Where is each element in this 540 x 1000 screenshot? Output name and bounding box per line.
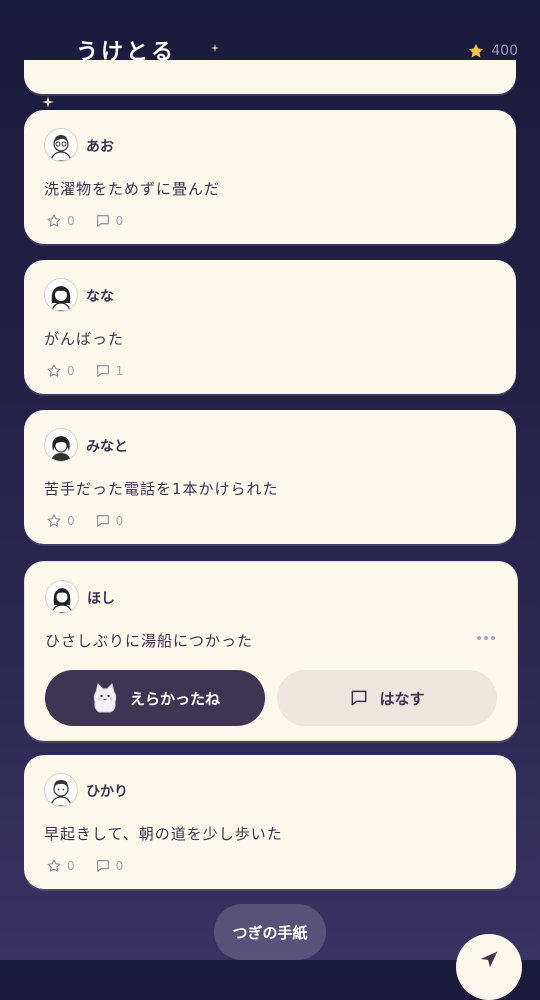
star-icon — [469, 43, 484, 58]
post-text: 洗濯物をためずに畳んだ — [44, 180, 221, 198]
post-author: あお — [86, 139, 114, 155]
post-card[interactable]: ひかり 早起きして、朝の道を少し歩いた 0 0 — [24, 755, 516, 889]
post-text: 苦手だった電話を1本かけられた — [44, 480, 279, 498]
post-stats: 0 1 — [46, 363, 143, 379]
star-count[interactable]: 0 — [46, 513, 75, 529]
post-stats: 0 0 — [46, 213, 143, 229]
post-text: 早起きして、朝の道を少し歩いた — [44, 825, 283, 843]
post-author: なな — [86, 289, 114, 305]
comment-count[interactable]: 0 — [95, 858, 123, 874]
comment-icon — [352, 690, 367, 706]
comment-count[interactable]: 0 — [95, 513, 123, 529]
next-letter-button[interactable]: つぎの手紙 — [214, 904, 326, 960]
coin-count: 400 — [491, 43, 518, 59]
coin-balance: 400 — [467, 42, 518, 60]
praise-button[interactable]: えらかったね — [45, 670, 265, 726]
avatar — [44, 278, 78, 312]
post-text: がんばった — [44, 330, 125, 348]
star-count[interactable]: 0 — [46, 213, 75, 229]
avatar — [44, 428, 78, 462]
send-icon — [480, 951, 498, 968]
post-card-expanded[interactable]: ほし ひさしぶりに湯船につかった えらかったね はなす — [24, 561, 518, 741]
post-card[interactable]: あお 洗濯物をためずに畳んだ 0 0 — [24, 110, 516, 244]
avatar — [45, 580, 79, 614]
comment-icon — [96, 365, 109, 377]
comment-icon — [96, 215, 109, 227]
post-stats: 0 0 — [46, 858, 143, 874]
cat-icon — [93, 683, 117, 713]
post-stats: 0 0 — [46, 513, 143, 529]
post-card[interactable]: みなと 苦手だった電話を1本かけられた 0 0 — [24, 410, 516, 544]
comment-icon — [96, 515, 109, 527]
more-options-icon[interactable] — [477, 636, 495, 640]
post-author: ひかり — [86, 784, 128, 800]
post-author: ほし — [87, 591, 115, 607]
post-author: みなと — [86, 439, 128, 455]
send-fab[interactable] — [456, 934, 522, 1000]
sparkle-icon — [42, 96, 54, 108]
star-outline-icon — [47, 364, 61, 377]
comment-count[interactable]: 1 — [95, 363, 123, 379]
post-card[interactable]: なな がんばった 0 1 — [24, 260, 516, 394]
avatar — [44, 128, 78, 162]
comment-count[interactable]: 0 — [95, 213, 123, 229]
previous-card-edge — [24, 60, 516, 94]
star-count[interactable]: 0 — [46, 858, 75, 874]
star-outline-icon — [47, 514, 61, 527]
star-outline-icon — [47, 214, 61, 227]
sparkle-icon — [211, 44, 219, 52]
comment-icon — [96, 860, 109, 872]
talk-button[interactable]: はなす — [277, 670, 497, 726]
post-text: ひさしぶりに湯船につかった — [45, 632, 254, 650]
star-outline-icon — [47, 859, 61, 872]
avatar — [44, 773, 78, 807]
star-count[interactable]: 0 — [46, 363, 75, 379]
